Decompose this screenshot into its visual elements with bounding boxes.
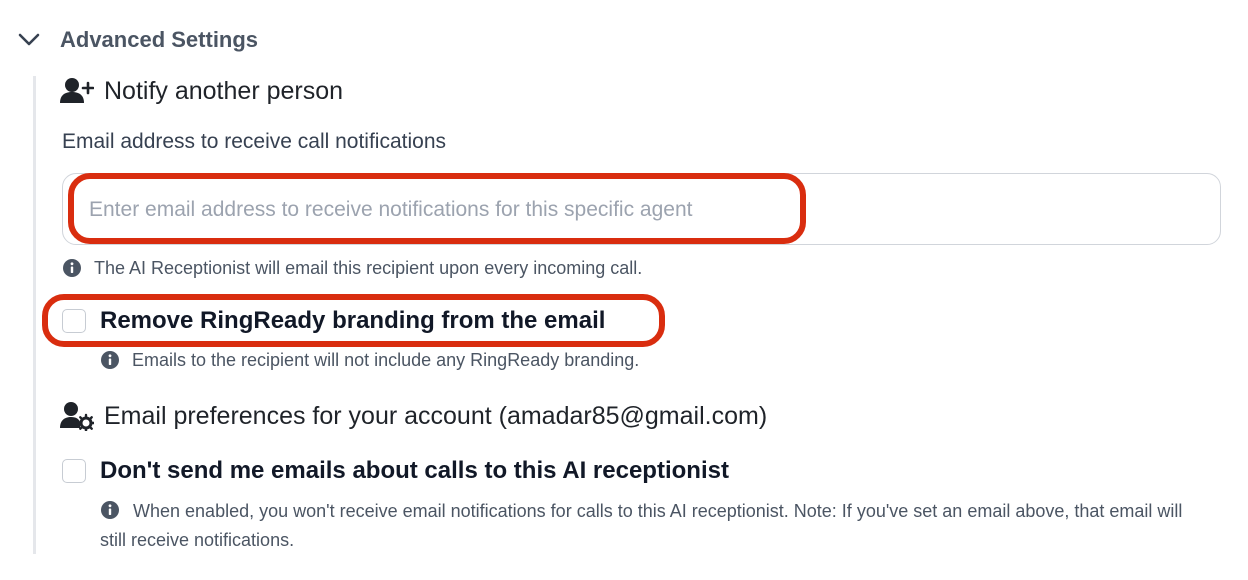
remove-branding-checkbox[interactable] — [62, 309, 86, 333]
account-prefs-title: Email preferences for your account (amad… — [104, 401, 768, 430]
email-hint: The AI Receptionist will email this reci… — [62, 254, 642, 283]
remove-branding-label[interactable]: Remove RingReady branding from the email — [100, 307, 605, 335]
info-icon — [63, 259, 81, 277]
user-plus-icon — [60, 76, 96, 106]
remove-branding-hint-text: Emails to the recipient will not include… — [132, 350, 640, 370]
dont-send-row[interactable]: Don't send me emails about calls to this… — [62, 457, 729, 485]
notify-section-heading: Notify another person — [60, 76, 343, 106]
chevron-down-icon[interactable] — [16, 27, 42, 53]
dont-send-label[interactable]: Don't send me emails about calls to this… — [100, 457, 729, 485]
advanced-settings-header[interactable]: Advanced Settings — [16, 22, 258, 58]
user-gear-icon — [60, 401, 96, 431]
remove-branding-hint: Emails to the recipient will not include… — [100, 346, 639, 375]
dont-send-hint-block: When enabled, you won't receive email no… — [100, 497, 1210, 555]
info-icon — [101, 501, 119, 519]
remove-branding-row[interactable]: Remove RingReady branding from the email — [62, 307, 605, 335]
advanced-settings-title: Advanced Settings — [60, 27, 259, 52]
notify-section-title: Notify another person — [104, 76, 344, 105]
email-field-container — [62, 173, 1221, 245]
dont-send-checkbox[interactable] — [62, 459, 86, 483]
email-field-label: Email address to receive call notificati… — [62, 130, 447, 153]
account-prefs-heading: Email preferences for your account (amad… — [60, 401, 767, 431]
email-field[interactable] — [89, 194, 1189, 226]
section-divider — [33, 76, 36, 554]
email-hint-text: The AI Receptionist will email this reci… — [94, 258, 643, 278]
info-icon — [101, 351, 119, 369]
dont-send-hint: When enabled, you won't receive email no… — [100, 497, 1210, 555]
dont-send-hint-text: When enabled, you won't receive email no… — [100, 501, 1183, 550]
